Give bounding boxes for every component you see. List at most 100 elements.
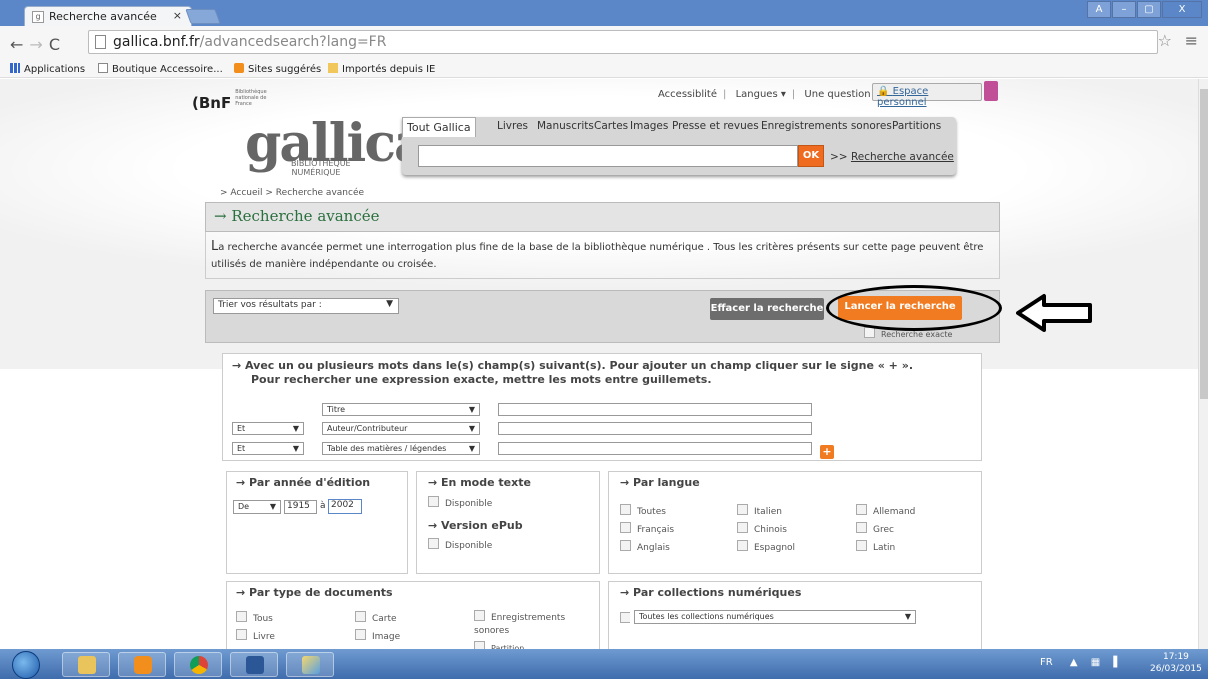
scrollbar-thumb[interactable]: [1200, 89, 1208, 399]
network-icon[interactable]: ▦: [1091, 657, 1100, 668]
lang-italien-checkbox[interactable]: Italien: [737, 504, 782, 517]
type-tous-checkbox[interactable]: Tous: [236, 611, 273, 624]
browser-tab[interactable]: g Recherche avancée ×: [24, 6, 192, 27]
advanced-search-link[interactable]: >> Recherche avancée: [830, 151, 954, 163]
field-select-1[interactable]: Titre ▼: [322, 403, 480, 416]
espace-personnel-button[interactable]: 🔒 Espace personnel: [872, 83, 982, 108]
text-mode-title: → En mode texte: [428, 476, 531, 489]
bookmark-star-icon[interactable]: ☆: [1158, 31, 1172, 50]
bookmark-importes-ie[interactable]: Importés depuis IE: [328, 63, 435, 75]
bookmark-boutique[interactable]: Boutique Accessoire...: [98, 63, 223, 75]
bookmark-applications[interactable]: Applications: [10, 63, 85, 75]
vertical-scrollbar[interactable]: [1198, 79, 1208, 649]
type-carte-checkbox[interactable]: Carte: [355, 611, 397, 624]
year-to-input[interactable]: 2002: [328, 499, 362, 514]
dropdown-arrow-icon: ▼: [468, 424, 475, 433]
lang-anglais-checkbox[interactable]: Anglais: [620, 540, 670, 553]
doc-type-title: → Par type de documents: [236, 586, 393, 599]
address-bar[interactable]: gallica.bnf.fr/advancedsearch?lang=FR: [88, 30, 1158, 54]
bookmark-sites-suggeres[interactable]: Sites suggérés: [234, 63, 321, 75]
web-page: (BnFBibliothèque nationale de France Acc…: [0, 79, 1198, 649]
type-livre-checkbox[interactable]: Livre: [236, 629, 275, 642]
field-input-1[interactable]: [498, 403, 812, 416]
breadcrumb[interactable]: > Accueil > Recherche avancée: [220, 188, 364, 198]
lang-grec-checkbox[interactable]: Grec: [856, 522, 894, 535]
reload-icon[interactable]: C: [49, 35, 66, 54]
type-image-checkbox[interactable]: Image: [355, 629, 400, 642]
year-from-input[interactable]: 1915: [284, 500, 317, 514]
user-icon[interactable]: A: [1087, 1, 1111, 18]
lang-chinois-checkbox[interactable]: Chinois: [737, 522, 787, 535]
volume-icon[interactable]: ▐: [1109, 657, 1117, 668]
start-button[interactable]: [12, 651, 40, 679]
close-window-button[interactable]: X: [1162, 1, 1202, 18]
taskbar-media-player[interactable]: [118, 652, 166, 677]
year-mode-select[interactable]: De ▼: [233, 500, 281, 514]
tab-partitions[interactable]: Partitions: [892, 117, 941, 135]
menu-icon[interactable]: ≡: [1185, 31, 1198, 50]
window-controls: A – ▢ X: [1087, 1, 1202, 19]
type-partition-checkbox[interactable]: Partition: [474, 641, 524, 649]
lang-toutes-checkbox[interactable]: Toutes: [620, 504, 666, 517]
dropdown-arrow-icon: ▼: [468, 444, 475, 453]
add-field-button[interactable]: +: [820, 445, 834, 459]
show-hidden-icons-icon[interactable]: ▲: [1070, 657, 1078, 668]
back-icon[interactable]: ←: [10, 35, 29, 54]
taskbar-word[interactable]: [230, 652, 278, 677]
taskbar-explorer[interactable]: [62, 652, 110, 677]
forward-icon[interactable]: →: [29, 35, 48, 54]
search-input[interactable]: [418, 145, 798, 167]
accessibility-link[interactable]: Accessiblité: [658, 89, 717, 100]
lang-francais-checkbox[interactable]: Français: [620, 522, 674, 535]
tab-close-button[interactable]: ×: [173, 9, 182, 22]
field-select-3[interactable]: Table des matières / légendes ▼: [322, 442, 480, 455]
epub-title: → Version ePub: [428, 519, 523, 532]
taskbar-chrome[interactable]: [174, 652, 222, 677]
lang-espagnol-checkbox[interactable]: Espagnol: [737, 540, 795, 553]
folder-icon: [78, 656, 96, 674]
tab-cartes[interactable]: Cartes: [594, 117, 628, 135]
collections-select[interactable]: Toutes les collections numériques ▼: [634, 610, 916, 624]
gallica-logo[interactable]: gallica BIBLIOTHÈQUE NUMÉRIQUE: [245, 114, 428, 184]
minimize-button[interactable]: –: [1112, 1, 1136, 18]
language-indicator[interactable]: FR: [1040, 657, 1053, 668]
system-tray: FR ▲ ▦ ▐: [1040, 657, 1117, 668]
collections-checkbox[interactable]: [620, 612, 630, 625]
sort-select[interactable]: Trier vos résultats par : ▼: [213, 298, 399, 314]
dropdown-arrow-icon: ▼: [468, 405, 475, 414]
suggested-sites-icon: [234, 63, 244, 73]
tab-enregistrements[interactable]: Enregistrements sonores: [761, 117, 892, 135]
question-link[interactable]: Une question ?: [804, 89, 879, 100]
tab-livres[interactable]: Livres: [497, 117, 528, 135]
epub-checkbox[interactable]: Disponible: [428, 538, 492, 551]
bnf-logo[interactable]: (BnFBibliothèque nationale de France: [192, 89, 279, 112]
clear-search-button[interactable]: Effacer la recherche: [710, 298, 824, 320]
url-text: gallica.bnf.fr/advancedsearch?lang=FR: [113, 34, 387, 50]
languages-link[interactable]: Langues ▾: [736, 89, 786, 100]
tab-tout-gallica[interactable]: Tout Gallica: [402, 117, 476, 137]
new-tab-button[interactable]: [185, 9, 221, 24]
gift-icon[interactable]: [984, 81, 998, 101]
text-mode-checkbox[interactable]: Disponible: [428, 496, 492, 509]
page-icon: [95, 35, 106, 49]
highlight-oval: [826, 285, 1002, 331]
folder-icon: [328, 63, 338, 73]
maximize-button[interactable]: ▢: [1137, 1, 1161, 18]
tab-manuscrits[interactable]: Manuscrits: [537, 117, 594, 135]
lang-allemand-checkbox[interactable]: Allemand: [856, 504, 915, 517]
type-enregistrements-checkbox[interactable]: Enregistrements sonores: [474, 610, 584, 638]
operator-select-2[interactable]: Et ▼: [232, 422, 304, 435]
criteria-instructions: → Avec un ou plusieurs mots dans le(s) c…: [232, 359, 913, 386]
field-select-2[interactable]: Auteur/Contributeur ▼: [322, 422, 480, 435]
taskbar-paint[interactable]: [286, 652, 334, 677]
field-input-3[interactable]: [498, 442, 812, 455]
lang-latin-checkbox[interactable]: Latin: [856, 540, 895, 553]
operator-select-3[interactable]: Et ▼: [232, 442, 304, 455]
tab-presse[interactable]: Presse et revues: [672, 117, 759, 135]
ok-button[interactable]: OK: [798, 145, 824, 167]
top-links: Accessiblité | Langues ▾ | Une question ?: [658, 89, 880, 100]
tab-images[interactable]: Images: [630, 117, 668, 135]
clock[interactable]: 17:19 26/03/2015: [1150, 651, 1202, 675]
dropdown-arrow-icon: ▼: [904, 612, 911, 621]
field-input-2[interactable]: [498, 422, 812, 435]
